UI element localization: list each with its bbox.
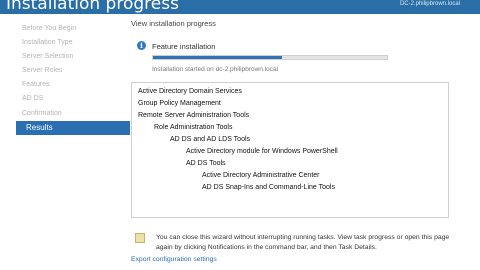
section-heading: View installation progress	[131, 19, 216, 28]
progress-bar	[152, 55, 388, 60]
sidebar-item-server-roles[interactable]: Server Roles	[22, 64, 62, 78]
sidebar-item-before-you-begin[interactable]: Before You Begin	[22, 22, 76, 36]
feature-ad-administrative-center: Active Directory Administrative Center	[202, 172, 320, 179]
feature-rsat: Remote Server Administration Tools	[138, 112, 250, 119]
feature-group-policy-management: Group Policy Management	[138, 100, 221, 107]
sidebar-item-results[interactable]: Results	[16, 121, 130, 135]
feature-ad-ds-and-ad-lds-tools: AD DS and AD LDS Tools	[170, 136, 251, 143]
progress-status: Installation started on dc-2.philipbrown…	[152, 66, 279, 73]
info-icon: i	[137, 41, 146, 50]
feature-ad-ds-tools: AD DS Tools	[186, 160, 226, 167]
progress-bar-fill	[153, 56, 282, 59]
page-title: Installation progress	[6, 0, 179, 14]
sidebar-item-ad-ds[interactable]: AD DS	[22, 92, 43, 106]
close-wizard-note: You can close this wizard without interr…	[156, 234, 450, 251]
destination-server: DC-2.philipbrown.local	[399, 1, 460, 7]
wizard-sidebar: Before You Begin Installation Type Serve…	[0, 14, 130, 270]
feature-role-administration-tools: Role Administration Tools	[154, 124, 233, 131]
main-panel: View installation progress i Feature ins…	[130, 14, 480, 270]
export-configuration-link[interactable]: Export configuration settings	[131, 256, 217, 263]
feature-ad-ds: Active Directory Domain Services	[138, 88, 242, 95]
sidebar-item-installation-type[interactable]: Installation Type	[22, 36, 72, 50]
feature-ad-ds-snap-ins: AD DS Snap-Ins and Command-Line Tools	[202, 184, 335, 191]
feature-ad-powershell-module: Active Directory module for Windows Powe…	[186, 148, 338, 155]
window-header: Installation progress DC-2.philipbrown.l…	[0, 0, 480, 14]
sidebar-item-confirmation[interactable]: Confirmation	[22, 107, 62, 121]
sidebar-item-server-selection[interactable]: Server Selection	[22, 50, 73, 64]
note-icon	[135, 233, 145, 243]
sidebar-item-features[interactable]: Features	[22, 78, 50, 92]
feature-results-list[interactable]: Active Directory Domain Services Group P…	[131, 82, 449, 218]
progress-label: Feature installation	[152, 42, 216, 51]
